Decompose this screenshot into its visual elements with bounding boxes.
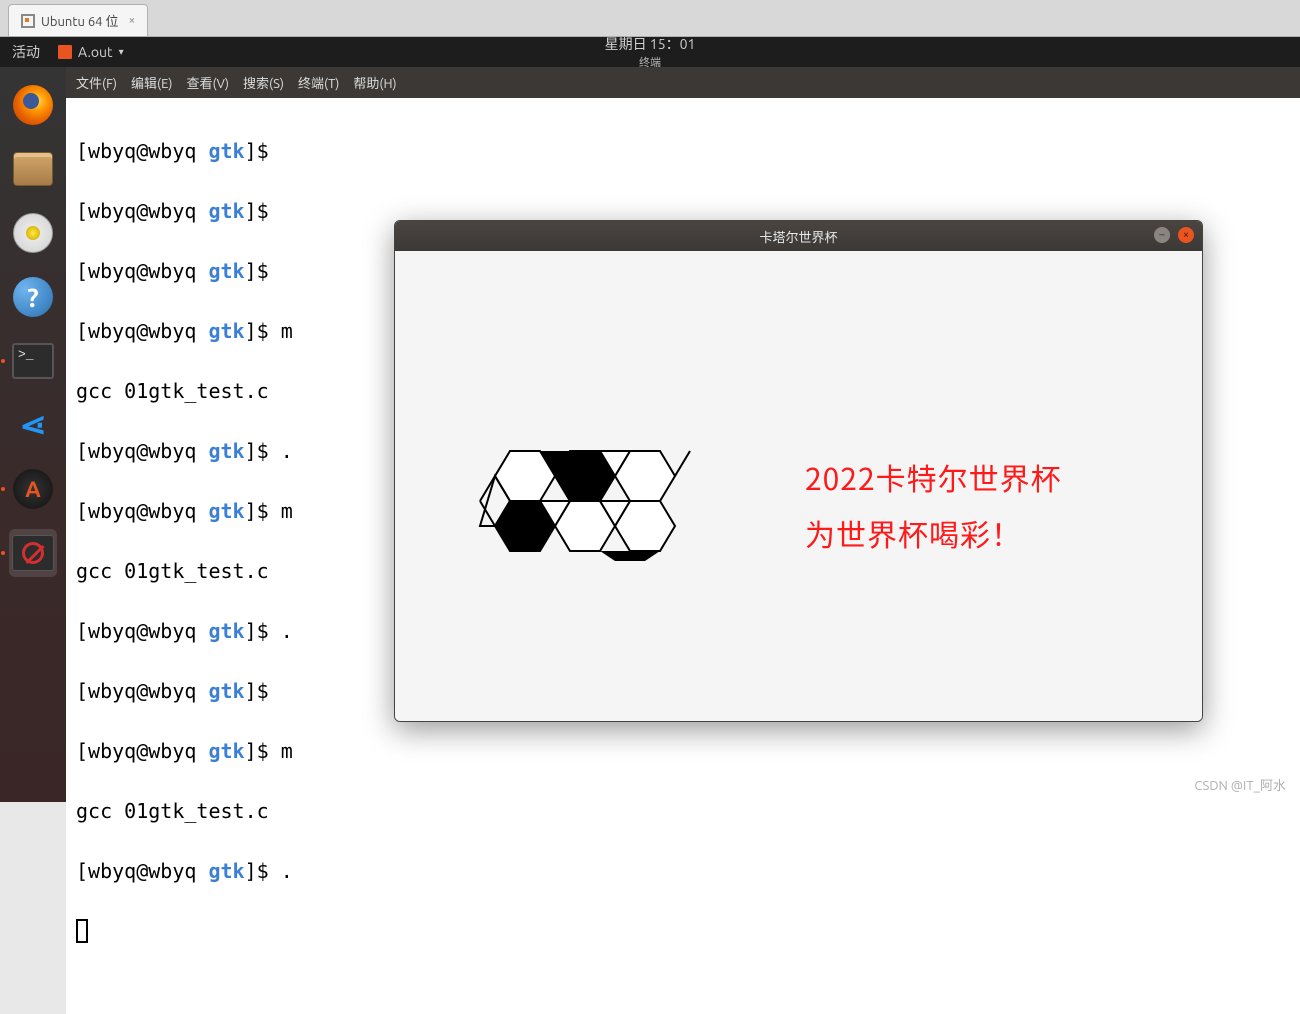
gtk-content: 2022卡特尔世界杯 为世界杯喝彩！	[395, 251, 1202, 721]
menu-edit[interactable]: 编辑(E)	[131, 73, 172, 92]
menu-help[interactable]: 帮助(H)	[353, 73, 396, 92]
dock-blocked-app[interactable]	[9, 529, 57, 577]
current-app-label: A.out	[78, 44, 113, 60]
menu-search[interactable]: 搜索(S)	[243, 73, 284, 92]
terminal-menubar: 文件(F) 编辑(E) 查看(V) 搜索(S) 终端(T) 帮助(H)	[66, 67, 1300, 98]
terminal-cursor	[76, 919, 88, 943]
dock-files[interactable]	[9, 145, 57, 193]
soccer-hexagon-icon	[465, 421, 715, 591]
help-icon: ?	[13, 277, 53, 317]
rhythmbox-icon	[13, 213, 53, 253]
desktop-area: 文件(F) 编辑(E) 查看(V) 搜索(S) 终端(T) 帮助(H) [wby…	[66, 67, 1300, 802]
chevron-down-icon: ▾	[119, 46, 124, 58]
close-tab-icon[interactable]: ×	[128, 14, 135, 27]
dock-rhythmbox[interactable]	[9, 209, 57, 257]
app-indicator-icon	[58, 45, 72, 59]
dock-updater[interactable]: A	[9, 465, 57, 513]
window-close-button[interactable]: ×	[1178, 227, 1194, 243]
gnome-top-panel: 活动 A.out ▾ 星期日 15：01 终端	[0, 37, 1300, 67]
current-app-indicator[interactable]: A.out ▾	[58, 44, 124, 60]
files-icon	[13, 152, 53, 186]
gtk-title: 卡塔尔世界杯	[759, 227, 837, 246]
menu-file[interactable]: 文件(F)	[76, 73, 117, 92]
gtk-app-window[interactable]: 卡塔尔世界杯 – ×	[394, 220, 1203, 722]
window-minimize-button[interactable]: –	[1154, 227, 1170, 243]
panel-clock-area[interactable]: 星期日 15：01 终端	[605, 34, 696, 70]
dock-terminal[interactable]: >_	[9, 337, 57, 385]
terminal-icon: >_	[12, 343, 54, 379]
worldcup-line2: 为世界杯喝彩！	[805, 505, 1062, 561]
gtk-titlebar[interactable]: 卡塔尔世界杯 – ×	[395, 221, 1202, 251]
panel-clock: 星期日 15：01	[605, 34, 696, 54]
ubuntu-dock: ? >_ ⋖ A	[0, 67, 66, 802]
menu-view[interactable]: 查看(V)	[187, 73, 229, 92]
vmware-tabbar: Ubuntu 64 位 ×	[0, 0, 1300, 37]
worldcup-text: 2022卡特尔世界杯 为世界杯喝彩！	[805, 449, 1062, 561]
dock-vscode[interactable]: ⋖	[9, 401, 57, 449]
firefox-icon	[13, 85, 53, 125]
vscode-icon: ⋖	[13, 403, 53, 446]
activities-button[interactable]: 活动	[12, 42, 40, 62]
dock-help[interactable]: ?	[9, 273, 57, 321]
ubuntu-vm-icon	[21, 14, 35, 28]
dock-firefox[interactable]	[9, 81, 57, 129]
vmware-tab[interactable]: Ubuntu 64 位 ×	[8, 4, 148, 36]
vmware-tab-label: Ubuntu 64 位	[41, 11, 118, 30]
blocked-app-icon	[12, 535, 54, 571]
watermark: CSDN @IT_阿水	[1194, 775, 1286, 794]
menu-terminal[interactable]: 终端(T)	[298, 73, 339, 92]
worldcup-line1: 2022卡特尔世界杯	[805, 449, 1062, 505]
software-updater-icon: A	[13, 469, 53, 509]
